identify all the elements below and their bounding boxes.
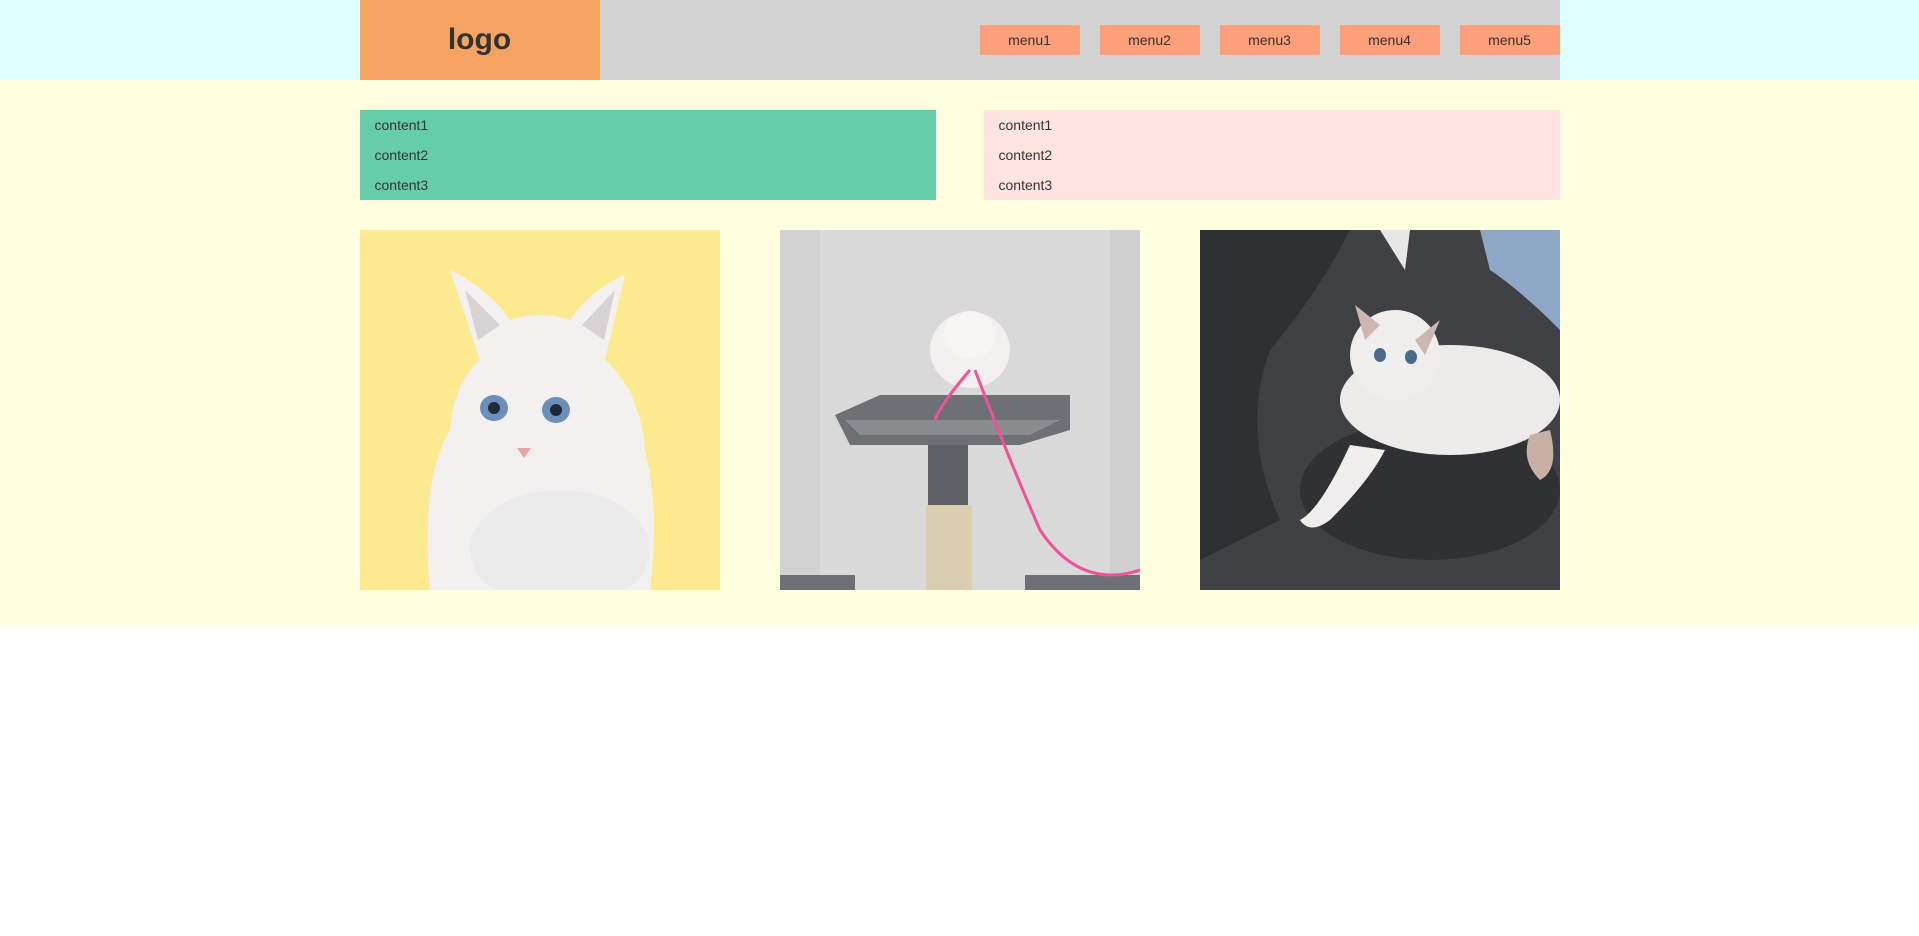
content-item: content2 xyxy=(374,147,429,163)
menu-item-3[interactable]: menu3 xyxy=(1219,25,1320,55)
header: logo menu1 menu2 menu3 menu4 menu5 xyxy=(359,0,1560,80)
menu-item-4[interactable]: menu4 xyxy=(1339,25,1440,55)
kitten-cushion-image xyxy=(1199,230,1560,590)
content-item: content3 xyxy=(998,177,1053,193)
kitten-cat-tree-image xyxy=(779,230,1140,590)
content-item: content3 xyxy=(374,177,429,193)
main-content: content1 content2 content3 content1 cont… xyxy=(359,80,1560,590)
content-boxes: content1 content2 content3 content1 cont… xyxy=(359,110,1560,200)
content-box-left: content1 content2 content3 xyxy=(359,110,936,200)
content-item: content2 xyxy=(998,147,1053,163)
main-band: content1 content2 content3 content1 cont… xyxy=(0,80,1919,626)
menu-item-2[interactable]: menu2 xyxy=(1099,25,1200,55)
logo[interactable]: logo xyxy=(359,0,600,80)
content-item: content1 xyxy=(374,117,429,133)
kitten-yellow-image xyxy=(359,230,720,590)
photo-kitten-cat-tree xyxy=(779,230,1140,590)
photo-kitten-cushion xyxy=(1199,230,1560,590)
photo-gallery xyxy=(359,230,1560,590)
header-band: logo menu1 menu2 menu3 menu4 menu5 xyxy=(0,0,1919,80)
photo-kitten-yellow xyxy=(359,230,720,590)
menu-item-5[interactable]: menu5 xyxy=(1459,25,1560,55)
content-item: content1 xyxy=(998,117,1053,133)
content-box-right: content1 content2 content3 xyxy=(983,110,1560,200)
menu-item-1[interactable]: menu1 xyxy=(979,25,1080,55)
main-menu: menu1 menu2 menu3 menu4 menu5 xyxy=(960,25,1560,55)
